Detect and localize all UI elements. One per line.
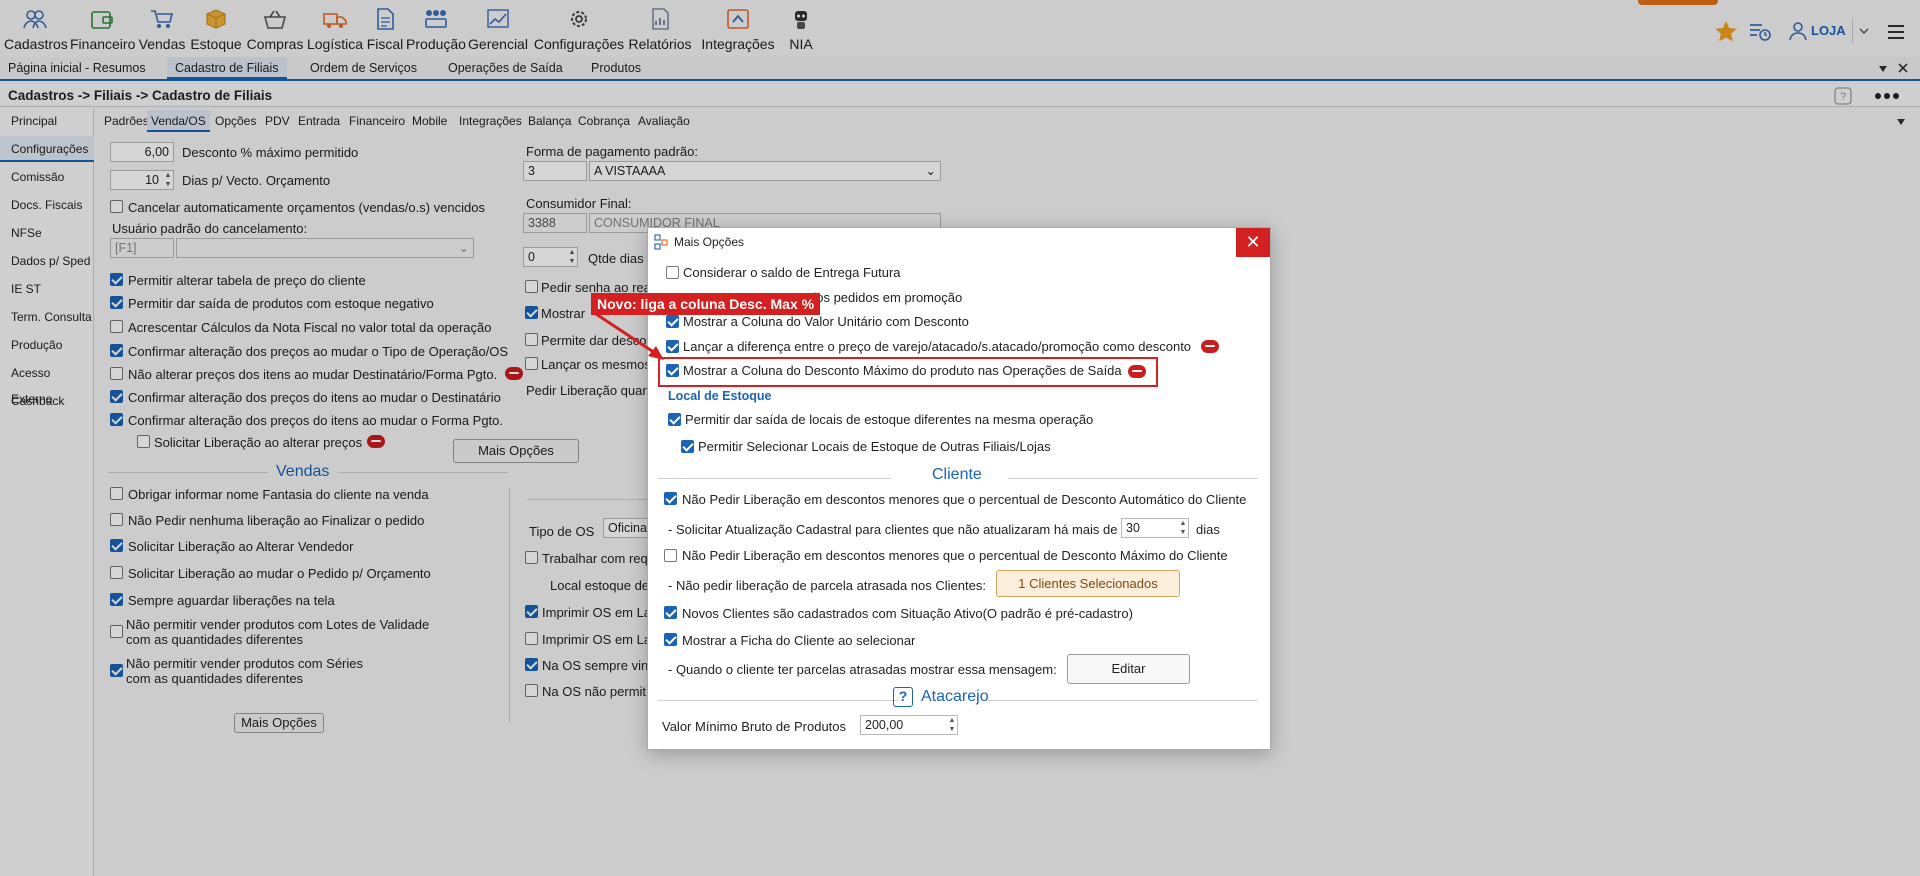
check-ficha-cliente[interactable] [664,633,677,646]
editar-button[interactable]: Editar [1067,654,1190,684]
label-parcela-atrasada: - Não pedir liberação de parcela atrasad… [668,578,986,593]
cliente-divider-left [658,478,891,479]
close-icon[interactable]: ✕ [1236,228,1270,257]
label-mensagem-parcelas: - Quando o cliente ter parcelas atrasada… [668,662,1057,677]
label-pedidos-promocao: dos pedidos em promoção [809,290,963,305]
valor-minimo-label: Valor Mínimo Bruto de Produtos [662,719,847,734]
valor-minimo-value: 200,00 [865,718,904,732]
callout-label: Novo: liga a coluna Desc. Max % [591,293,821,315]
spin-arrows[interactable]: ▲ ▼ [1178,519,1188,537]
check-desconto-automatico[interactable] [664,492,677,505]
atacarejo-divider-right [988,700,1258,701]
highlight-box [658,357,1158,387]
check-novos-clientes[interactable] [664,606,677,619]
check-locais-outras-filiais[interactable] [681,440,694,453]
local-estoque-title: Local de Estoque [668,389,772,403]
label-entrega-futura: Considerar o saldo de Entrega Futura [683,265,901,280]
label-lancar-diferenca: Lançar a diferença entre o preço de vare… [683,339,1192,354]
spin-arrows[interactable]: ▲ ▼ [947,716,957,734]
label-desconto-automatico: Não Pedir Liberação em descontos menores… [682,492,1247,507]
dias-atualizacao-input[interactable]: 30 ▲ ▼ [1121,518,1189,538]
label-ficha-cliente: Mostrar a Ficha do Cliente ao selecionar [682,633,916,648]
cliente-divider-right [1008,478,1258,479]
valor-minimo-input[interactable]: 200,00 ▲ ▼ [860,715,958,735]
check-entrega-futura[interactable] [666,266,679,279]
label-atualizacao-cadastral: - Solicitar Atualização Cadastral para c… [668,522,1118,537]
dialog-titlebar: Mais Opções ✕ [648,228,1270,257]
label-desconto-maximo-cliente: Não Pedir Liberação em descontos menores… [682,548,1228,563]
clientes-selecionados-button[interactable]: 1 Clientes Selecionados [996,570,1180,597]
check-locais-diferentes[interactable] [668,413,681,426]
label-dias: dias [1196,522,1220,537]
label-locais-diferentes: Permitir dar saída de locais de estoque … [685,412,1094,427]
label-valor-unitario: Mostrar a Coluna do Valor Unitário com D… [683,314,969,329]
label-locais-outras-filiais: Permitir Selecionar Locais de Estoque de… [698,439,1051,454]
label-novos-clientes: Novos Clientes são cadastrados com Situa… [682,606,1133,621]
atacarejo-divider-left [658,700,898,701]
cliente-title: Cliente [932,466,982,483]
dialog-title: Mais Opções [674,235,745,249]
dias-atualizacao-value: 30 [1126,521,1140,535]
help-icon[interactable]: ? [893,687,913,707]
app-icon [654,234,668,250]
check-desconto-maximo-cliente[interactable] [664,549,677,562]
new-tag-icon [1201,340,1219,353]
atacarejo-title: Atacarejo [921,688,989,705]
arrow-icon [595,312,664,360]
